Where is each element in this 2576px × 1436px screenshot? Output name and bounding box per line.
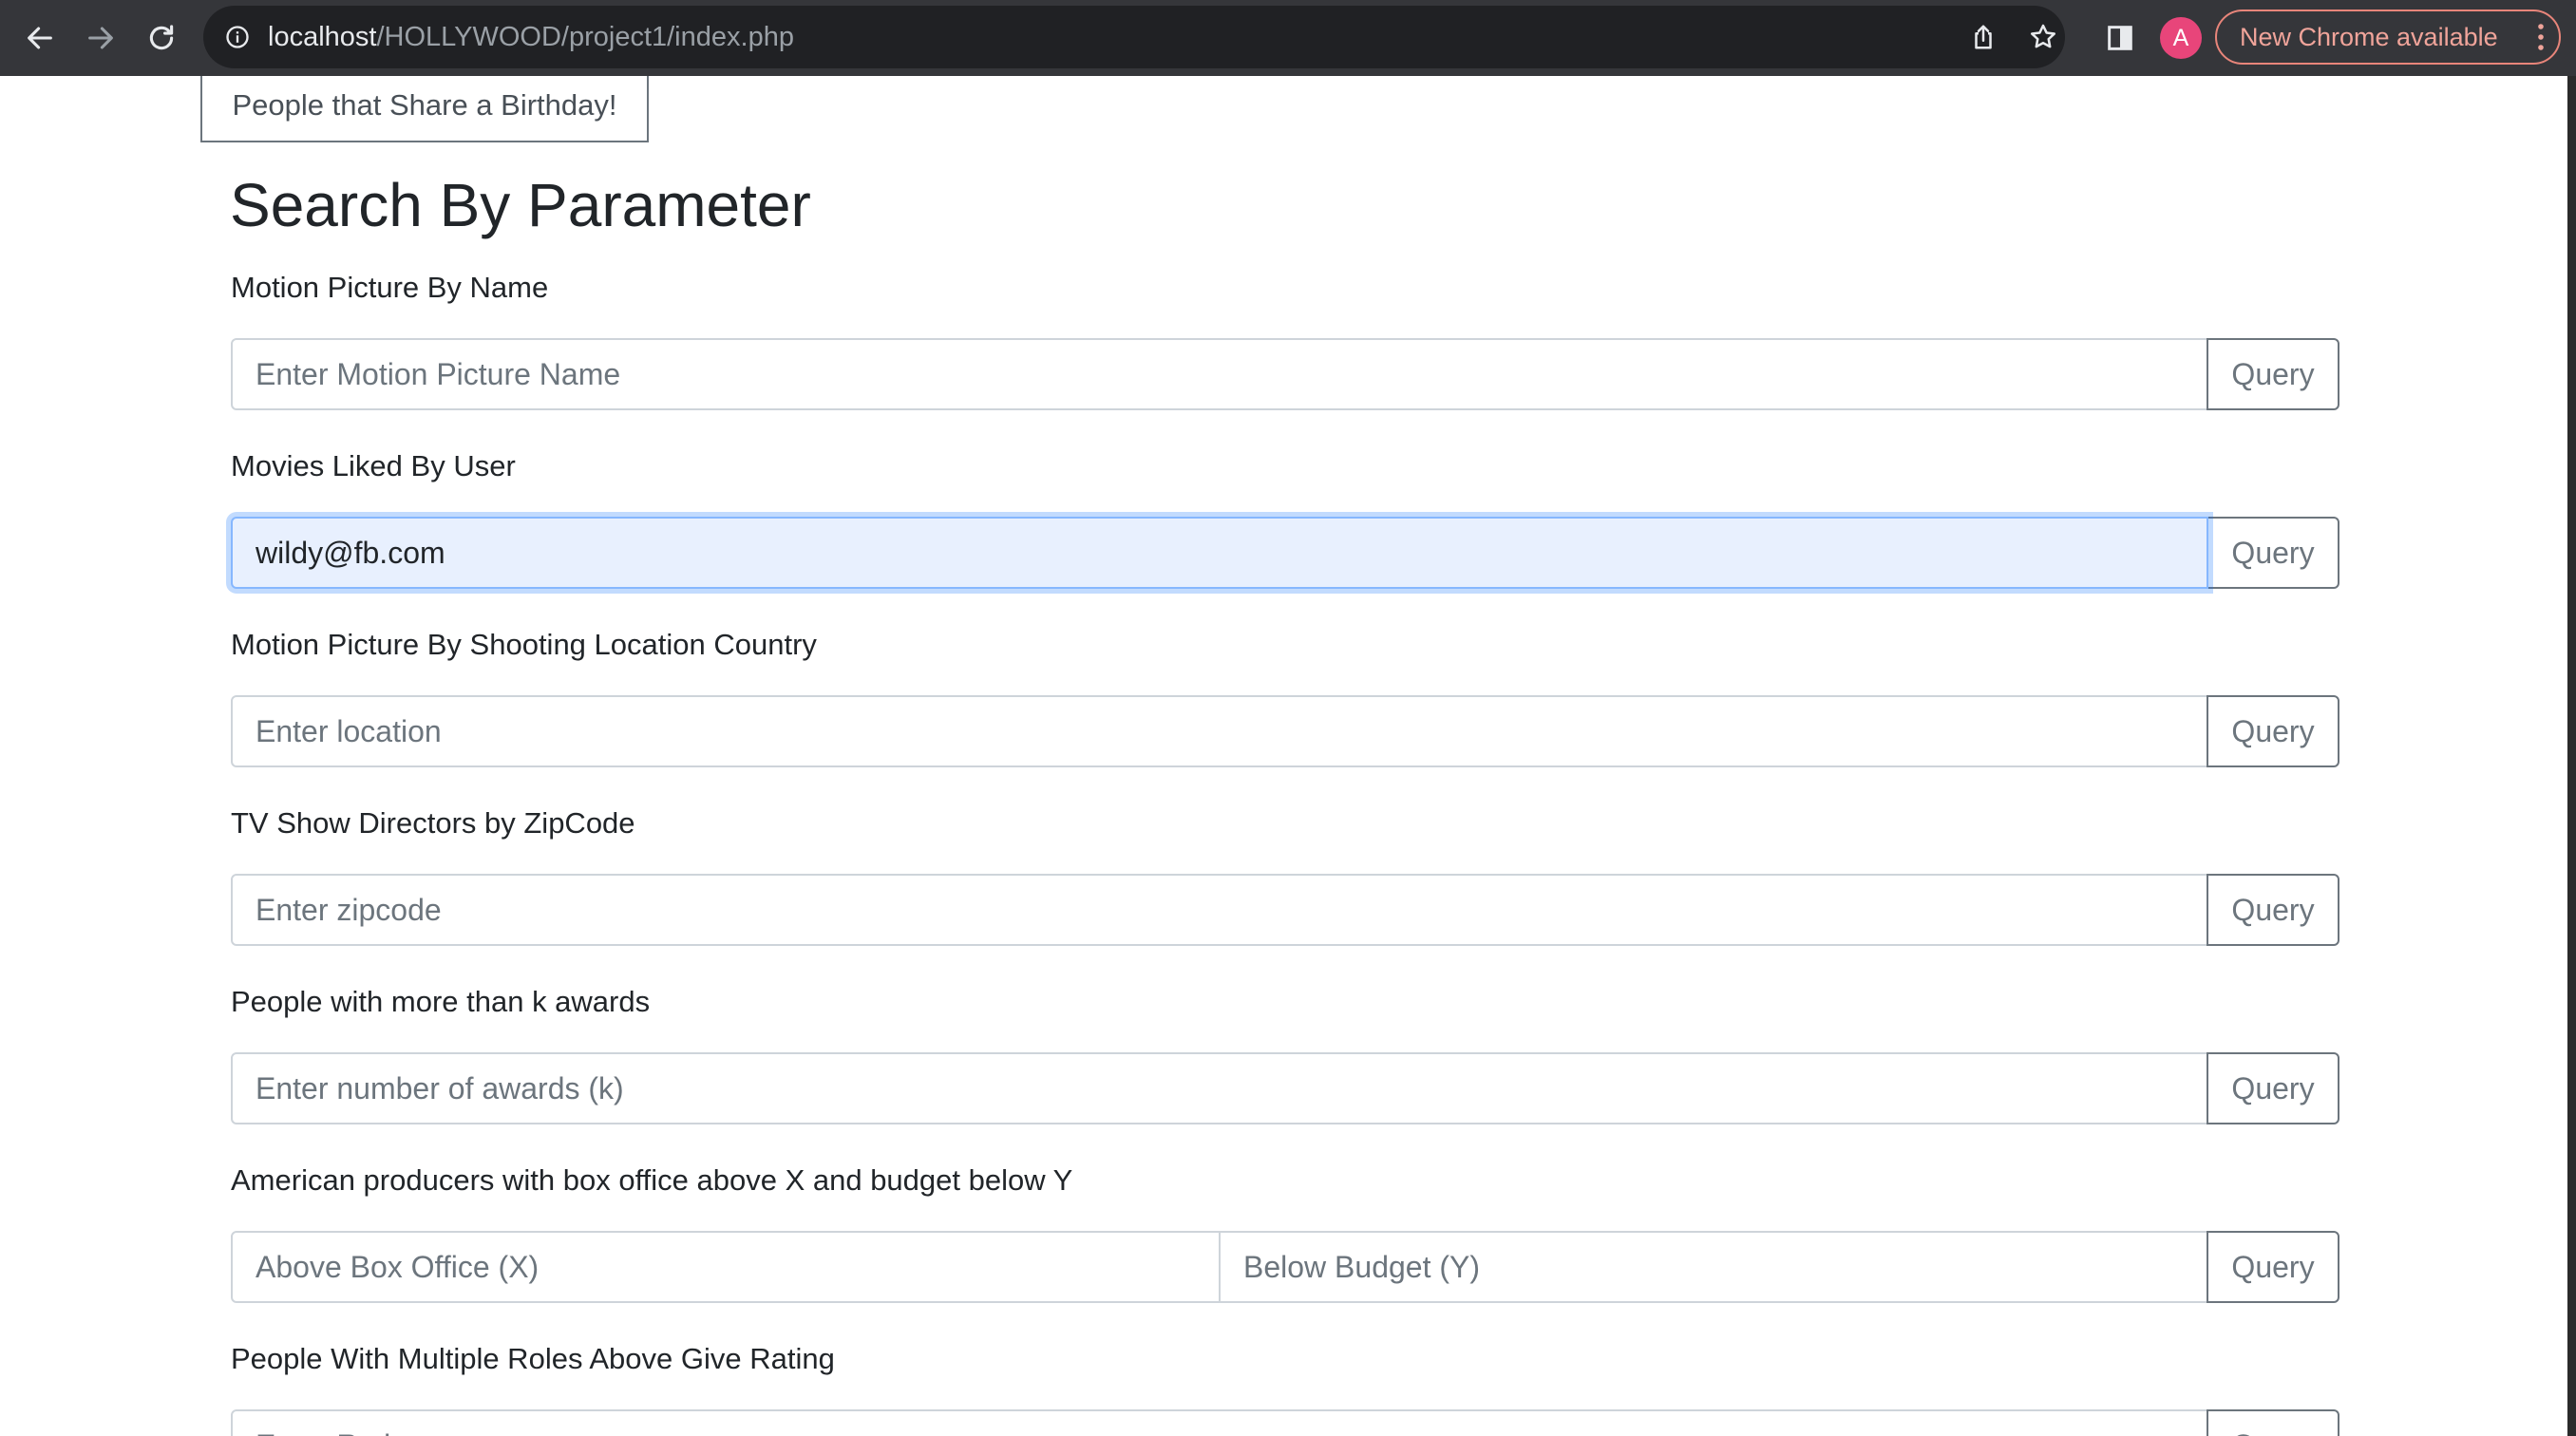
query-button[interactable]: Query	[2207, 517, 2339, 589]
query-button[interactable]: Query	[2207, 1052, 2339, 1124]
tv-directors-group: Query	[231, 874, 2339, 946]
address-bar[interactable]: localhost/HOLLYWOOD/project1/index.php	[203, 6, 2065, 68]
update-label: New Chrome available	[2240, 23, 2498, 51]
zipcode-input[interactable]	[231, 874, 2208, 946]
producers-label: American producers with box office above…	[231, 1163, 1073, 1197]
query-button[interactable]: Query	[2207, 1231, 2339, 1303]
share-icon[interactable]	[1968, 22, 1998, 52]
box-office-input[interactable]	[231, 1231, 1221, 1303]
shooting-location-label: Motion Picture By Shooting Location Coun…	[231, 628, 817, 661]
back-button[interactable]	[15, 13, 65, 63]
site-info-icon[interactable]	[222, 22, 253, 52]
query-button[interactable]: Query	[2207, 1409, 2339, 1436]
movies-liked-label: Movies Liked By User	[231, 449, 516, 482]
profile-avatar[interactable]: A	[2160, 17, 2202, 59]
motion-picture-name-group: Query	[231, 338, 2339, 410]
window-edge	[2567, 76, 2576, 1436]
forward-icon	[88, 27, 113, 49]
back-icon	[28, 27, 52, 49]
kebab-menu-icon	[2538, 24, 2544, 50]
query-button[interactable]: Query	[2207, 695, 2339, 767]
multiple-roles-group: Query	[231, 1409, 2339, 1436]
awards-group: Query	[231, 1052, 2339, 1124]
motion-picture-name-input[interactable]	[231, 338, 2208, 410]
reload-button[interactable]	[137, 13, 186, 63]
user-email-input[interactable]	[231, 517, 2208, 589]
url-host: localhost	[268, 22, 377, 52]
page-title: Search By Parameter	[230, 171, 811, 239]
side-panel-button[interactable]	[2095, 13, 2145, 63]
query-button[interactable]: Query	[2207, 338, 2339, 410]
motion-picture-name-label: Motion Picture By Name	[231, 271, 549, 304]
query-button[interactable]: Query	[2207, 874, 2339, 946]
url-path: /HOLLYWOOD/project1/index.php	[376, 22, 794, 52]
url-text[interactable]: localhost/HOLLYWOOD/project1/index.php	[268, 6, 794, 68]
forward-button[interactable]	[76, 13, 125, 63]
tv-directors-label: TV Show Directors by ZipCode	[231, 806, 635, 840]
bookmark-star-icon[interactable]	[2028, 22, 2058, 52]
rating-input[interactable]	[231, 1409, 2208, 1436]
shooting-location-group: Query	[231, 695, 2339, 767]
budget-input[interactable]	[1219, 1231, 2208, 1303]
multiple-roles-label: People With Multiple Roles Above Give Ra…	[231, 1342, 835, 1375]
side-panel-icon	[2108, 26, 2132, 50]
location-input[interactable]	[231, 695, 2208, 767]
producers-group: Query	[231, 1231, 2339, 1303]
reload-icon	[149, 25, 174, 50]
movies-liked-group: Query	[231, 517, 2339, 589]
awards-input[interactable]	[231, 1052, 2208, 1124]
awards-label: People with more than k awards	[231, 985, 651, 1018]
page-viewport: People that Share a Birthday! Search By …	[0, 76, 2576, 1436]
chrome-update-button[interactable]: New Chrome available	[2215, 9, 2561, 65]
browser-toolbar: localhost/HOLLYWOOD/project1/index.php A…	[0, 0, 2576, 76]
shared-birthday-button[interactable]: People that Share a Birthday!	[200, 76, 649, 142]
